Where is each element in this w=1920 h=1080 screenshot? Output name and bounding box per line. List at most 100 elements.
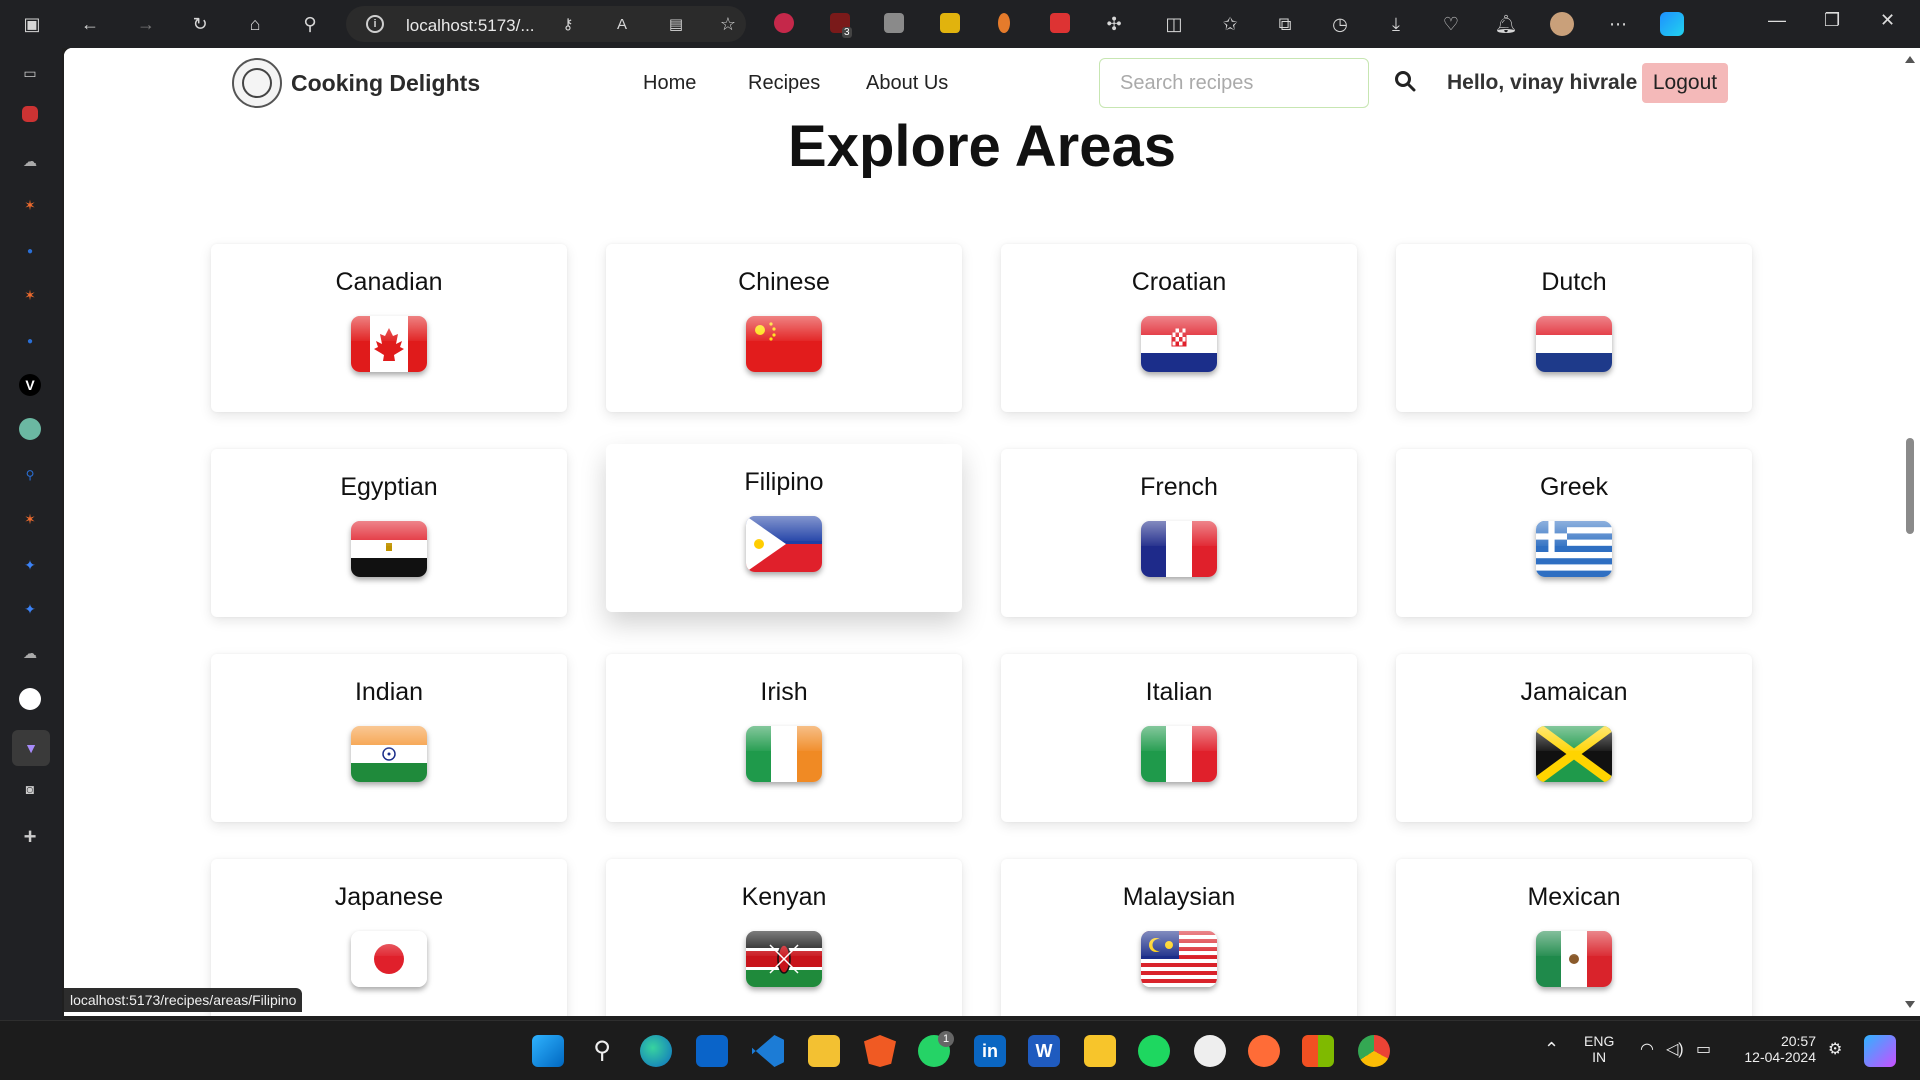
chatgpt-icon[interactable] xyxy=(19,418,41,440)
settings-gear-icon[interactable]: ⚙ xyxy=(1828,1039,1842,1059)
tray-chevron-icon[interactable]: ⌃ xyxy=(1544,1039,1559,1060)
nav-about-link[interactable]: About Us xyxy=(866,72,948,95)
scroll-up-arrow-icon[interactable] xyxy=(1905,56,1915,63)
search-input[interactable] xyxy=(1099,58,1369,108)
immersive-reader-icon[interactable]: ▤ xyxy=(664,12,688,36)
file-explorer-icon[interactable] xyxy=(808,1035,840,1067)
extensions-puzzle-icon[interactable]: ✣ xyxy=(1102,12,1126,36)
clock[interactable]: 20:57 12-04-2024 xyxy=(1736,1033,1816,1065)
area-card-kenyan[interactable]: Kenyan xyxy=(606,859,962,1016)
profile-avatar[interactable] xyxy=(1550,12,1574,36)
spotify-icon[interactable] xyxy=(1138,1035,1170,1067)
weather-tab-icon-2[interactable]: ☁ xyxy=(19,642,41,664)
sticky-notes-icon[interactable] xyxy=(1084,1035,1116,1067)
search-tab-icon-2[interactable]: ● xyxy=(19,330,41,352)
extension-drop-icon[interactable] xyxy=(998,13,1010,33)
word-icon[interactable]: W xyxy=(1028,1035,1060,1067)
back-icon[interactable]: ← xyxy=(78,12,102,36)
pdf-tab-icon[interactable] xyxy=(22,106,38,122)
close-icon[interactable]: ✕ xyxy=(1880,10,1895,31)
site-logo[interactable] xyxy=(232,58,282,108)
vite-tab-icon[interactable]: ▼ xyxy=(12,730,50,766)
windows-start-icon[interactable] xyxy=(532,1035,564,1067)
restore-icon[interactable]: ❐ xyxy=(1824,10,1840,31)
area-card-mexican[interactable]: Mexican xyxy=(1396,859,1752,1016)
area-card-filipino[interactable]: Filipino xyxy=(606,444,962,612)
address-bar[interactable]: i localhost:5173/... ⚷ A ▤ ☆ xyxy=(346,6,746,42)
tab-actions-icon[interactable]: ▭ xyxy=(19,62,41,84)
outlook-icon[interactable] xyxy=(696,1035,728,1067)
forward-icon[interactable]: → xyxy=(134,12,158,36)
volume-icon[interactable]: ◁) xyxy=(1666,1039,1684,1059)
logout-button[interactable]: Logout xyxy=(1642,63,1728,103)
nav-recipes-link[interactable]: Recipes xyxy=(748,72,820,95)
mongodb-compass-icon[interactable] xyxy=(1194,1035,1226,1067)
copilot-taskbar-icon[interactable] xyxy=(1864,1035,1896,1067)
area-card-irish[interactable]: Irish xyxy=(606,654,962,822)
postman-icon[interactable] xyxy=(1248,1035,1280,1067)
read-aloud-icon[interactable]: A xyxy=(610,12,634,36)
history-icon[interactable]: ◷ xyxy=(1328,12,1352,36)
area-card-indian[interactable]: Indian xyxy=(211,654,567,822)
taskbar-search-icon[interactable]: ⚲ xyxy=(586,1035,618,1067)
brand-name[interactable]: Cooking Delights xyxy=(291,70,480,97)
refresh-icon[interactable]: ↻ xyxy=(188,12,212,36)
page-scrollbar[interactable] xyxy=(1900,48,1920,1016)
area-card-greek[interactable]: Greek xyxy=(1396,449,1752,617)
split-screen-icon[interactable]: ◫ xyxy=(1162,12,1186,36)
minimize-icon[interactable]: — xyxy=(1768,10,1786,31)
language-indicator[interactable]: ENG IN xyxy=(1584,1033,1614,1065)
workspaces-icon[interactable]: ▣ xyxy=(20,12,44,36)
site-info-icon[interactable]: i xyxy=(366,15,384,33)
camera-extension-icon[interactable] xyxy=(884,13,904,33)
browser-essentials-icon[interactable]: ♡ xyxy=(1439,12,1463,36)
sidebar-app-icon-3[interactable]: ✶ xyxy=(19,508,41,530)
search-button-icon[interactable] xyxy=(1394,70,1416,92)
notes-extension-icon[interactable] xyxy=(940,13,960,33)
notifications-bell-icon[interactable]: 🔔︎ xyxy=(1494,12,1518,36)
github-icon[interactable] xyxy=(19,688,41,710)
sidebar-app-icon-1[interactable]: ✶ xyxy=(19,194,41,216)
chrome-icon[interactable] xyxy=(1358,1035,1390,1067)
italy-flag-icon xyxy=(1141,726,1217,782)
favorite-star-icon[interactable]: ☆ xyxy=(716,12,740,36)
downloads-icon[interactable]: ⤓ xyxy=(1384,12,1408,36)
battery-icon[interactable]: ▭ xyxy=(1696,1039,1711,1059)
favorites-icon[interactable]: ✩ xyxy=(1218,12,1242,36)
gemini-icon-1[interactable]: ✦ xyxy=(19,554,41,576)
area-card-dutch[interactable]: Dutch xyxy=(1396,244,1752,412)
area-card-chinese[interactable]: Chinese xyxy=(606,244,962,412)
collections-icon[interactable]: ⧉ xyxy=(1273,12,1297,36)
area-card-malaysian[interactable]: Malaysian xyxy=(1001,859,1357,1016)
vscode-icon[interactable] xyxy=(752,1035,784,1067)
search-tab-icon-1[interactable]: ● xyxy=(19,240,41,262)
area-card-canadian[interactable]: Canadian xyxy=(211,244,567,412)
v-app-icon[interactable]: V xyxy=(19,374,41,396)
area-card-croatian[interactable]: Croatian xyxy=(1001,244,1357,412)
edge-icon[interactable] xyxy=(640,1035,672,1067)
home-icon[interactable]: ⌂ xyxy=(243,12,267,36)
scrollbar-thumb[interactable] xyxy=(1906,438,1914,534)
wifi-icon[interactable]: ◠ xyxy=(1640,1039,1654,1059)
search-tab-icon-3[interactable]: ⚲ xyxy=(19,464,41,486)
key-icon[interactable]: ⚷ xyxy=(556,12,580,36)
area-card-italian[interactable]: Italian xyxy=(1001,654,1357,822)
copilot-icon[interactable] xyxy=(1660,12,1684,36)
area-card-egyptian[interactable]: Egyptian xyxy=(211,449,567,617)
add-tab-icon[interactable]: + xyxy=(19,824,41,849)
brave-icon[interactable] xyxy=(864,1035,896,1067)
search-icon[interactable]: ⚲ xyxy=(298,12,322,36)
area-card-french[interactable]: French xyxy=(1001,449,1357,617)
microsoft-store-icon[interactable] xyxy=(1302,1035,1334,1067)
camera-tab-icon[interactable]: ◙ xyxy=(19,778,41,800)
nav-home-link[interactable]: Home xyxy=(643,72,696,95)
sidebar-app-icon-2[interactable]: ✶ xyxy=(19,284,41,306)
area-card-jamaican[interactable]: Jamaican xyxy=(1396,654,1752,822)
more-menu-icon[interactable]: ⋯ xyxy=(1606,12,1630,36)
weather-tab-icon[interactable]: ☁ xyxy=(19,150,41,172)
linkedin-icon[interactable]: in xyxy=(974,1035,1006,1067)
gemini-icon-2[interactable]: ✦ xyxy=(19,598,41,620)
extension-grid-icon[interactable] xyxy=(1050,13,1070,33)
scroll-down-arrow-icon[interactable] xyxy=(1905,1001,1915,1008)
extension-record-icon[interactable] xyxy=(774,13,794,33)
